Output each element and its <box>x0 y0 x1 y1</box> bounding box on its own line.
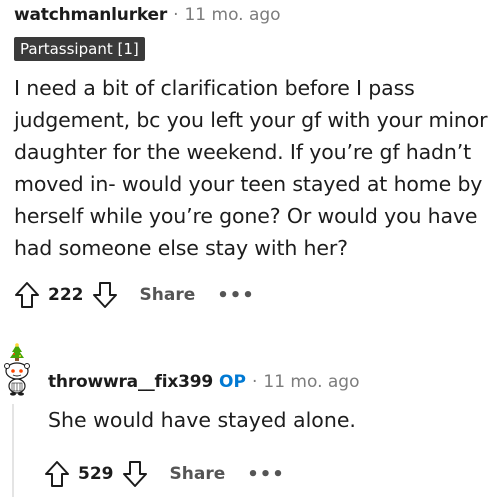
comment-body-line: moved in- would your teen stayed at home… <box>14 172 483 196</box>
downvote-arrow-icon[interactable] <box>92 281 118 309</box>
meta-separator: · <box>251 372 258 392</box>
share-button[interactable]: Share <box>170 464 226 484</box>
comment-body-line: herself while you’re gone? Or would you … <box>14 204 478 228</box>
comment-body-line: I need a bit of clarification before I p… <box>14 76 415 100</box>
comment-actions: 222 Share ••• <box>14 277 498 313</box>
upvote-arrow-icon[interactable] <box>14 281 40 309</box>
vote-count: 529 <box>78 464 114 484</box>
snoo-avatar-icon[interactable] <box>0 342 34 404</box>
comment-parent: watchmanlurker · 11 mo. ago Partassipant… <box>14 0 498 313</box>
downvote-arrow-icon[interactable] <box>122 460 148 488</box>
comment-actions: 529 Share ••• <box>44 456 285 492</box>
thread-line[interactable] <box>12 404 14 497</box>
more-options-button[interactable]: ••• <box>217 285 255 306</box>
more-options-button[interactable]: ••• <box>247 464 285 485</box>
username-link[interactable]: watchmanlurker <box>14 5 167 25</box>
comment-body: She would have stayed alone. <box>48 408 356 432</box>
user-flair: Partassipant [1] <box>14 37 145 61</box>
comment-body-line: daughter for the weekend. If you’re gf h… <box>14 140 471 164</box>
comment-body-line: had someone else stay with her? <box>14 236 348 260</box>
meta-separator: · <box>173 5 179 25</box>
username-link[interactable]: throwwra__fix399 <box>48 372 213 392</box>
comment-meta: watchmanlurker · 11 mo. ago <box>14 0 498 30</box>
op-badge: OP <box>219 372 246 392</box>
comment-meta: throwwra__fix399 OP · 11 mo. ago <box>48 370 360 394</box>
timestamp[interactable]: 11 mo. ago <box>263 372 359 392</box>
share-button[interactable]: Share <box>140 285 196 305</box>
comment-body: I need a bit of clarification before I p… <box>14 72 498 264</box>
upvote-arrow-icon[interactable] <box>44 460 70 488</box>
comment-body-line: judgement, bc you left your gf with your… <box>14 108 488 132</box>
timestamp[interactable]: 11 mo. ago <box>184 5 280 25</box>
vote-count: 222 <box>48 285 84 305</box>
